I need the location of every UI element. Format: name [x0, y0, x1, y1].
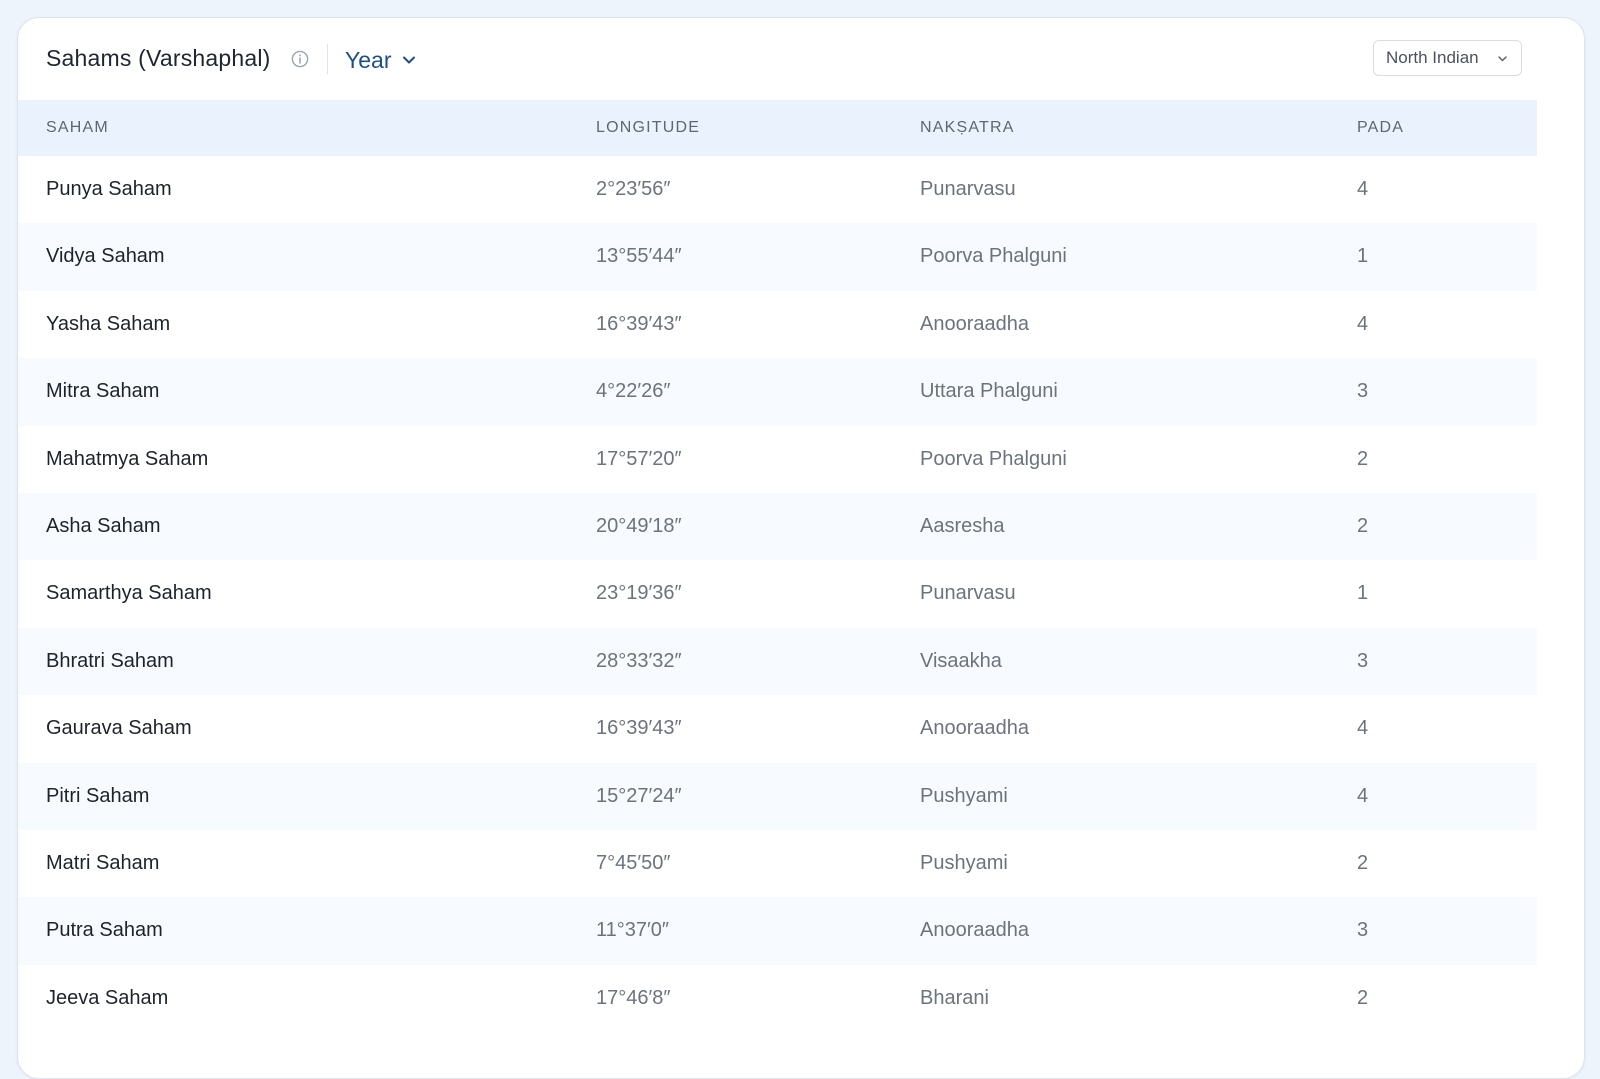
saham-longitude: 15°27′24″ [596, 784, 682, 807]
saham-name: Pitri Saham [46, 784, 150, 807]
saham-longitude: 20°49′18″ [596, 514, 682, 537]
saham-nakshatra: Pushyami [920, 851, 1008, 874]
saham-pada: 2 [1357, 447, 1369, 470]
chevron-down-icon [1498, 55, 1507, 61]
saham-name: Yasha Saham [46, 312, 171, 335]
saham-pada: 4 [1357, 312, 1369, 335]
saham-nakshatra: Anooraadha [920, 717, 1029, 740]
saham-nakshatra: Poorva Phalguni [920, 245, 1067, 268]
saham-name: Putra Saham [46, 919, 163, 942]
card-header: Sahams (Varshaphal) Year North Indian [18, 18, 1584, 100]
saham-pada: 3 [1357, 919, 1369, 942]
saham-name: Asha Saham [46, 514, 161, 537]
period-select-label: Year [345, 46, 392, 73]
table-row: Pitri Saham 15°27′24″ Pushyami 4 [18, 762, 1537, 830]
column-header-longitude: LONGITUDE [596, 119, 701, 136]
column-header-nakshatra: NAKṢATRA [920, 119, 1015, 136]
saham-name: Mahatmya Saham [46, 447, 209, 470]
saham-nakshatra: Bharani [920, 986, 989, 1009]
saham-name: Punya Saham [46, 178, 172, 200]
saham-pada: 3 [1357, 649, 1369, 672]
saham-pada: 2 [1357, 851, 1369, 874]
saham-longitude: 28°33′32″ [596, 649, 682, 672]
saham-nakshatra: Punarvasu [920, 178, 1016, 200]
saham-pada: 2 [1357, 514, 1369, 537]
saham-nakshatra: Poorva Phalguni [920, 447, 1067, 470]
saham-longitude: 7°45′50″ [596, 851, 671, 874]
saham-nakshatra: Anooraadha [920, 919, 1029, 942]
saham-pada: 4 [1357, 178, 1369, 200]
table-row: Samarthya Saham 23°19′36″ Punarvasu 1 [18, 560, 1537, 627]
saham-longitude: 11°37′0″ [596, 919, 669, 942]
chart-style-label: North Indian [1386, 48, 1479, 67]
table-row: Gaurava Saham 16°39′43″ Anooraadha 4 [18, 695, 1537, 762]
sahams-card: Sahams (Varshaphal) Year North Indian SA… [17, 17, 1585, 1079]
sahams-table: SAHAM LONGITUDE NAKṢATRA PADA Punya Saha… [18, 100, 1537, 1032]
column-header-saham: SAHAM [46, 119, 109, 136]
saham-longitude: 17°57′20″ [596, 447, 682, 470]
saham-longitude: 2°23′56″ [596, 178, 671, 200]
page-title: Sahams (Varshaphal) [46, 45, 271, 71]
saham-longitude: 4°22′26″ [596, 380, 671, 403]
chevron-down-icon [403, 56, 416, 64]
saham-name: Gaurava Saham [46, 717, 192, 740]
table-row: Mahatmya Saham 17°57′20″ Poorva Phalguni… [18, 426, 1537, 493]
saham-pada: 1 [1357, 582, 1369, 605]
saham-nakshatra: Punarvasu [920, 582, 1016, 605]
saham-pada: 4 [1357, 717, 1369, 740]
header-divider [327, 44, 328, 74]
saham-name: Mitra Saham [46, 380, 160, 403]
saham-longitude: 16°39′43″ [596, 717, 682, 740]
table-row: Yasha Saham 16°39′43″ Anooraadha 4 [18, 291, 1537, 358]
saham-nakshatra: Anooraadha [920, 312, 1029, 335]
saham-longitude: 13°55′44″ [596, 245, 682, 268]
table-row: Mitra Saham 4°22′26″ Uttara Phalguni 3 [18, 358, 1537, 426]
period-select[interactable]: Year [345, 45, 417, 75]
saham-nakshatra: Uttara Phalguni [920, 380, 1058, 403]
saham-pada: 1 [1357, 245, 1369, 268]
column-header-pada: PADA [1357, 119, 1405, 136]
saham-longitude: 16°39′43″ [596, 312, 682, 335]
table-row: Punya Saham 2°23′56″ Punarvasu 4 [18, 156, 1537, 223]
saham-nakshatra: Pushyami [920, 784, 1008, 807]
info-circle-icon[interactable] [291, 50, 309, 68]
table-body: Punya Saham 2°23′56″ Punarvasu 4 Vidya S… [18, 156, 1537, 1032]
saham-nakshatra: Aasresha [920, 514, 1005, 537]
saham-pada: 4 [1357, 784, 1369, 807]
table-header: SAHAM LONGITUDE NAKṢATRA PADA [18, 100, 1537, 156]
table-row: Putra Saham 11°37′0″ Anooraadha 3 [18, 897, 1537, 965]
saham-pada: 3 [1357, 380, 1369, 403]
saham-name: Vidya Saham [46, 245, 165, 268]
table-row: Bhratri Saham 28°33′32″ Visaakha 3 [18, 627, 1537, 696]
chart-style-select[interactable]: North Indian [1373, 40, 1522, 76]
saham-name: Jeeva Saham [46, 986, 169, 1009]
saham-pada: 2 [1357, 986, 1369, 1009]
table-row: Jeeva Saham 17°46′8″ Bharani 2 [18, 965, 1537, 1032]
table-row: Asha Saham 20°49′18″ Aasresha 2 [18, 492, 1537, 561]
saham-longitude: 17°46′8″ [596, 986, 671, 1009]
saham-longitude: 23°19′36″ [596, 582, 682, 605]
saham-name: Matri Saham [46, 851, 160, 874]
saham-name: Samarthya Saham [46, 582, 212, 605]
table-row: Matri Saham 7°45′50″ Pushyami 2 [18, 830, 1537, 897]
table-row: Vidya Saham 13°55′44″ Poorva Phalguni 1 [18, 223, 1537, 291]
saham-name: Bhratri Saham [46, 649, 174, 672]
saham-nakshatra: Visaakha [920, 649, 1002, 672]
